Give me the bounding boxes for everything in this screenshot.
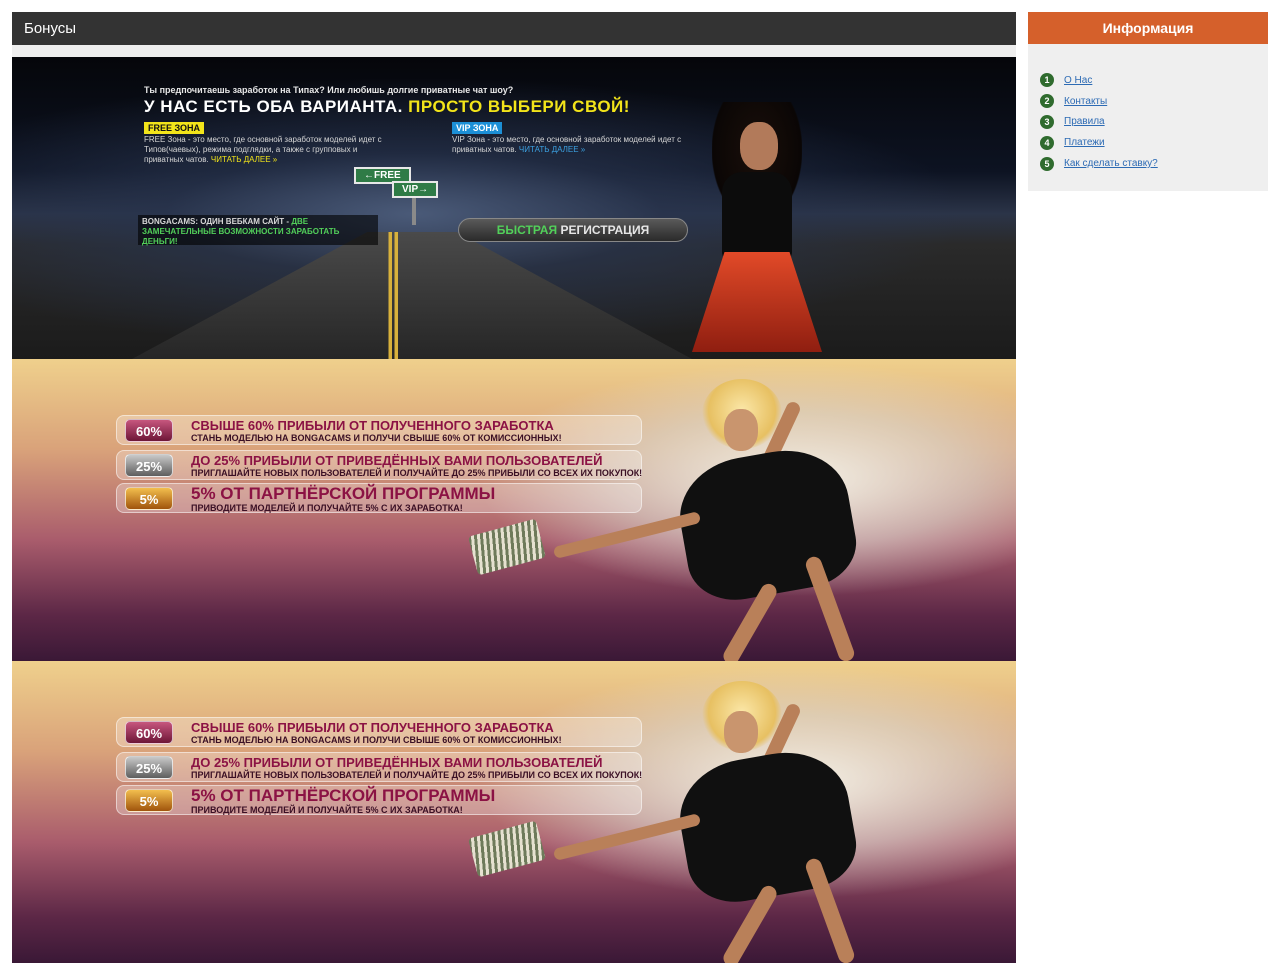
zones-banner[interactable]: Ты предпочитаешь заработок на Типах? Или… [12,57,1016,359]
banner-question: Ты предпочитаешь заработок на Типах? Или… [144,85,514,95]
number-badge: 2 [1040,94,1054,109]
sidebar-link-rules[interactable]: Правила [1064,116,1105,127]
promo-row: 25% ДО 25% ПРИБЫЛИ ОТ ПРИВЕДЁННЫХ ВАМИ П… [116,450,642,480]
promo-subtitle: ПРИВОДИТЕ МОДЕЛЕЙ И ПОЛУЧАЙТЕ 5% С ИХ ЗА… [191,503,463,513]
sidebar-item-about[interactable]: 1 О Нас [1040,70,1268,91]
sign-post [412,195,416,225]
quick-registration-button[interactable]: БЫСТРАЯ РЕГИСТРАЦИЯ [458,218,688,242]
main-column: Бонусы Ты предпочитаешь заработок на Тип… [12,12,1016,963]
free-zone-read-more[interactable]: ЧИТАТЬ ДАЛЕЕ » [211,155,277,164]
sidebar-link-payments[interactable]: Платежи [1064,137,1105,148]
partner-program-banner[interactable]: 60% СВЫШЕ 60% ПРИБЫЛИ ОТ ПОЛУЧЕННОГО ЗАР… [12,661,1016,963]
promo-row: 5% 5% ОТ ПАРТНЁРСКОЙ ПРОГРАММЫ ПРИВОДИТЕ… [116,483,642,513]
model-illustration [552,681,952,963]
percent-badge: 60% [125,721,173,744]
percent-badge: 5% [125,789,173,812]
number-badge: 4 [1040,135,1054,150]
sidebar-item-payments[interactable]: 4 Платежи [1040,132,1268,153]
banner-headline: У НАС ЕСТЬ ОБА ВАРИАНТА. ПРОСТО ВЫБЕРИ С… [144,97,630,117]
reg-label-green: БЫСТРАЯ [496,223,558,237]
vip-zone-description: VIP Зона - это место, где основной зараб… [452,135,692,155]
headline-yellow: ПРОСТО ВЫБЕРИ СВОЙ! [408,97,630,116]
header-divider [12,45,1016,57]
promo-row: 5% 5% ОТ ПАРТНЁРСКОЙ ПРОГРАММЫ ПРИВОДИТЕ… [116,785,642,815]
money-icon [468,820,546,878]
promo-title: СВЫШЕ 60% ПРИБЫЛИ ОТ ПОЛУЧЕННОГО ЗАРАБОТ… [191,418,554,433]
percent-badge: 5% [125,487,173,510]
info-list: 1 О Нас 2 Контакты 3 Правила 4 Платежи 5… [1028,44,1268,174]
percent-badge: 25% [125,756,173,779]
headline-white: У НАС ЕСТЬ ОБА ВАРИАНТА. [144,97,403,116]
sidebar-item-contacts[interactable]: 2 Контакты [1040,91,1268,112]
promo-row: 25% ДО 25% ПРИБЫЛИ ОТ ПРИВЕДЁННЫХ ВАМИ П… [116,752,642,782]
free-zone-tag: FREE ЗОНА [144,122,205,134]
number-badge: 3 [1040,114,1054,129]
sidebar-item-how-to-bet[interactable]: 5 Как сделать ставку? [1040,153,1268,174]
percent-badge: 25% [125,454,173,477]
promo-subtitle: ПРИГЛАШАЙТЕ НОВЫХ ПОЛЬЗОВАТЕЛЕЙ И ПОЛУЧА… [191,468,643,478]
vip-zone-read-more[interactable]: ЧИТАТЬ ДАЛЕЕ » [519,145,585,154]
promo-row: 60% СВЫШЕ 60% ПРИБЫЛИ ОТ ПОЛУЧЕННОГО ЗАР… [116,717,642,747]
promo-subtitle: СТАНЬ МОДЕЛЬЮ НА BONGACAMS И ПОЛУЧИ СВЫШ… [191,735,562,745]
bongacams-tagline: BONGACAMS: ОДИН ВЕБКАМ САЙТ - ДВЕ ЗАМЕЧА… [138,215,378,246]
promo-subtitle: СТАНЬ МОДЕЛЬЮ НА BONGACAMS И ПОЛУЧИ СВЫШ… [191,433,562,443]
sidebar-title: Информация [1028,12,1268,44]
sidebar-link-contacts[interactable]: Контакты [1064,96,1107,107]
page-title: Бонусы [12,12,1016,45]
percent-badge: 60% [125,419,173,442]
model-illustration [692,102,822,359]
money-icon [468,518,546,576]
promo-title: СВЫШЕ 60% ПРИБЫЛИ ОТ ПОЛУЧЕННОГО ЗАРАБОТ… [191,720,554,735]
promo-row: 60% СВЫШЕ 60% ПРИБЫЛИ ОТ ПОЛУЧЕННОГО ЗАР… [116,415,642,445]
partner-program-banner[interactable]: 60% СВЫШЕ 60% ПРИБЫЛИ ОТ ПОЛУЧЕННОГО ЗАР… [12,359,1016,661]
promo-subtitle: ПРИГЛАШАЙТЕ НОВЫХ ПОЛЬЗОВАТЕЛЕЙ И ПОЛУЧА… [191,770,643,780]
sidebar-item-rules[interactable]: 3 Правила [1040,112,1268,133]
model-illustration [552,379,952,661]
info-sidebar: Информация 1 О Нас 2 Контакты 3 Правила … [1028,12,1268,191]
promo-subtitle: ПРИВОДИТЕ МОДЕЛЕЙ И ПОЛУЧАЙТЕ 5% С ИХ ЗА… [191,805,463,815]
promo-title: ДО 25% ПРИБЫЛИ ОТ ПРИВЕДЁННЫХ ВАМИ ПОЛЬЗ… [191,755,603,770]
number-badge: 1 [1040,73,1054,88]
tagline-white: BONGACAMS: ОДИН ВЕБКАМ САЙТ - [142,217,290,226]
vip-zone-tag: VIP ЗОНА [452,122,503,134]
sidebar-link-about[interactable]: О Нас [1064,75,1092,86]
free-zone-description: FREE Зона - это место, где основной зара… [144,135,384,165]
promo-title: 5% ОТ ПАРТНЁРСКОЙ ПРОГРАММЫ [191,786,496,805]
promo-title: 5% ОТ ПАРТНЁРСКОЙ ПРОГРАММЫ [191,484,496,503]
promo-title: ДО 25% ПРИБЫЛИ ОТ ПРИВЕДЁННЫХ ВАМИ ПОЛЬЗ… [191,453,603,468]
vip-road-sign: VIP→ [392,181,439,198]
reg-label-white: РЕГИСТРАЦИЯ [560,223,650,237]
sidebar-link-how-to-bet[interactable]: Как сделать ставку? [1064,158,1158,169]
number-badge: 5 [1040,156,1054,171]
